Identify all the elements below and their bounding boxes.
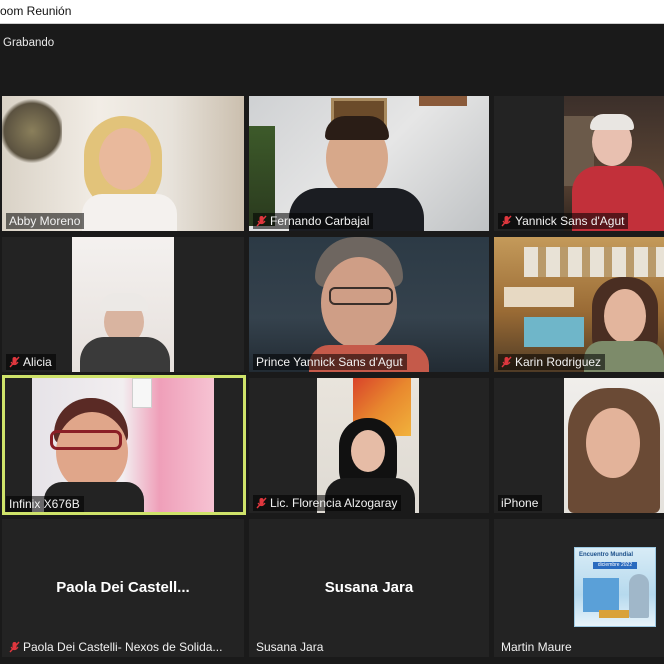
participant-display-name: Susana Jara bbox=[324, 579, 414, 596]
participant-name-label: iPhone bbox=[498, 495, 543, 511]
participant-name-label: Alicia bbox=[6, 354, 56, 370]
participant-name: Abby Moreno bbox=[9, 214, 81, 228]
muted-mic-icon bbox=[501, 356, 512, 368]
participant-face bbox=[99, 128, 151, 190]
participant-name-label: Fernando Carbajal bbox=[253, 213, 374, 229]
participant-face bbox=[586, 408, 640, 478]
window-title: oom Reunión bbox=[0, 4, 72, 18]
participant-video bbox=[564, 378, 664, 513]
glasses bbox=[50, 430, 122, 450]
participant-name: iPhone bbox=[501, 496, 539, 510]
poster-title: Encuentro Mundial bbox=[579, 552, 633, 558]
participant-name-label: Prince Yannick Sans d'Agut bbox=[253, 354, 407, 370]
desk-items bbox=[524, 317, 584, 347]
profile-picture-poster: Encuentro Mundial diciembre 2022 bbox=[574, 547, 656, 627]
participant-hair bbox=[590, 114, 634, 130]
video-tile-martin[interactable]: Encuentro Mundial diciembre 2022 Martin … bbox=[494, 519, 664, 657]
participant-name-label: Lic. Florencia Alzogaray bbox=[253, 495, 402, 511]
participant-shirt bbox=[82, 194, 177, 231]
participant-name: Paola Dei Castelli- Nexos de Solida... bbox=[23, 640, 223, 654]
poster-banner bbox=[599, 610, 629, 618]
shelf-items bbox=[524, 247, 664, 277]
participant-video bbox=[564, 96, 664, 231]
participant-name-label: Paola Dei Castelli- Nexos de Solida... bbox=[6, 639, 226, 655]
wall-ac-unit bbox=[132, 378, 152, 408]
recording-bar: Grabando bbox=[0, 24, 664, 64]
participant-name: Lic. Florencia Alzogaray bbox=[270, 496, 398, 510]
wall-picture bbox=[419, 96, 467, 106]
participant-name-label: Karin Rodriguez bbox=[498, 354, 606, 370]
muted-mic-icon bbox=[9, 356, 20, 368]
plant-decoration bbox=[249, 126, 275, 226]
participant-face bbox=[56, 412, 128, 492]
participant-video bbox=[2, 96, 244, 231]
participant-hair bbox=[325, 116, 389, 140]
flower-decoration bbox=[2, 96, 62, 166]
poster-date: diciembre 2022 bbox=[593, 562, 637, 569]
participant-face bbox=[604, 289, 646, 343]
participant-name-label: Susana Jara bbox=[253, 639, 327, 655]
recording-status: Grabando bbox=[3, 37, 55, 49]
participant-video bbox=[249, 237, 489, 372]
participant-name: Karin Rodriguez bbox=[515, 355, 602, 369]
video-tile-yannick[interactable]: Yannick Sans d'Agut bbox=[494, 96, 664, 231]
participant-face bbox=[351, 430, 385, 472]
muted-mic-icon bbox=[501, 215, 512, 227]
participant-video bbox=[32, 378, 214, 512]
participant-video bbox=[72, 237, 174, 372]
participant-hair bbox=[100, 293, 148, 311]
video-tile-florencia[interactable]: Lic. Florencia Alzogaray bbox=[249, 378, 489, 513]
participant-name-label: Abby Moreno bbox=[6, 213, 85, 229]
video-tile-alicia[interactable]: Alicia bbox=[2, 237, 244, 372]
participant-name-label: Martin Maure bbox=[498, 639, 576, 655]
video-tile-karin[interactable]: Karin Rodriguez bbox=[494, 237, 664, 372]
window-title-bar: oom Reunión bbox=[0, 0, 664, 24]
participant-name: Yannick Sans d'Agut bbox=[515, 214, 625, 228]
participant-name: Martin Maure bbox=[501, 640, 572, 654]
participant-name: Fernando Carbajal bbox=[270, 214, 370, 228]
participant-name-label: Infinix X676B bbox=[6, 496, 84, 512]
participant-name-label: Yannick Sans d'Agut bbox=[498, 213, 629, 229]
video-tile-infinix[interactable]: Infinix X676B bbox=[2, 375, 246, 515]
participant-name: Alicia bbox=[23, 355, 52, 369]
video-tile-susana[interactable]: Susana Jara Susana Jara bbox=[249, 519, 489, 657]
participant-video bbox=[317, 378, 419, 513]
video-tile-paola[interactable]: Paola Dei Castell... Paola Dei Castelli-… bbox=[2, 519, 244, 657]
video-tile-iphone[interactable]: iPhone bbox=[494, 378, 664, 513]
video-tile-prince-yannick[interactable]: Prince Yannick Sans d'Agut bbox=[249, 237, 489, 372]
muted-mic-icon bbox=[9, 641, 20, 653]
participant-video bbox=[249, 96, 489, 231]
participant-shirt bbox=[80, 337, 170, 372]
poster-person bbox=[629, 574, 649, 618]
video-tile-abby[interactable]: Abby Moreno bbox=[2, 96, 244, 231]
poster-graphic bbox=[583, 578, 619, 612]
video-tile-fernando[interactable]: Fernando Carbajal bbox=[249, 96, 489, 231]
glasses bbox=[329, 287, 393, 305]
participant-display-name: Paola Dei Castell... bbox=[56, 579, 190, 596]
participant-video bbox=[494, 237, 664, 372]
participant-name: Prince Yannick Sans d'Agut bbox=[256, 355, 403, 369]
muted-mic-icon bbox=[256, 497, 267, 509]
participant-name: Susana Jara bbox=[256, 640, 324, 654]
muted-mic-icon bbox=[256, 215, 267, 227]
participant-name: Infinix X676B bbox=[9, 497, 80, 511]
shelf-items bbox=[504, 287, 574, 307]
